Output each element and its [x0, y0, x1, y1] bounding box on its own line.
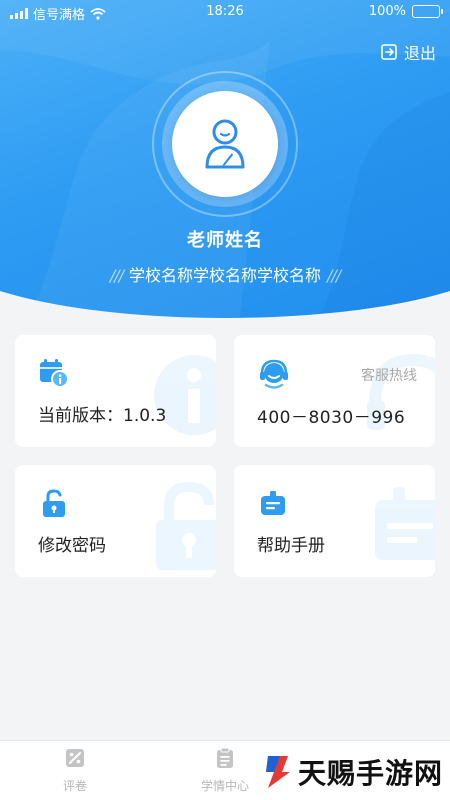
- logout-label: 退出: [403, 44, 436, 63]
- battery-icon: [412, 5, 443, 18]
- status-right: 100%: [368, 4, 443, 19]
- brand-text: 天赐手游网: [298, 757, 444, 790]
- customer-service-icon: [260, 359, 288, 389]
- manual-watermark-icon: [375, 487, 435, 560]
- clipboard-icon: [217, 747, 233, 768]
- version-card[interactable]: 当前版本：1.0.3: [15, 335, 216, 447]
- hotline-card[interactable]: 客服热线 400－8030－996: [234, 335, 435, 447]
- unlock-icon: [43, 489, 65, 517]
- info-watermark-icon: [154, 355, 216, 435]
- status-bar: 信号满格 18:26 100%: [0, 0, 450, 26]
- help-manual-icon: [261, 491, 285, 515]
- screen: 信号满格 18:26 100% 退出 老师姓名 /// 学校名称学校名称学校名称…: [0, 0, 450, 800]
- nav-label-grading: 评卷: [62, 779, 87, 793]
- school-name: 学校名称学校名称学校名称: [128, 266, 321, 285]
- hotline-phone[interactable]: 400－8030－996: [257, 403, 405, 428]
- avatar[interactable]: [172, 91, 278, 197]
- nav-label-learning-center: 学情中心: [200, 779, 249, 793]
- brand-watermark: 天赐手游网: [262, 752, 443, 792]
- calendar-info-icon: [40, 359, 69, 388]
- avatar-ring: [162, 81, 288, 207]
- nav-item-learning-center[interactable]: 学情中心: [180, 747, 270, 794]
- headset-watermark-icon: [367, 353, 435, 430]
- version-label: 当前版本：1.0.3: [38, 406, 167, 426]
- teacher-avatar-icon: [205, 119, 245, 169]
- decorative-slashes-right: ///: [327, 266, 341, 285]
- help-manual-label: 帮助手册: [257, 536, 325, 556]
- logout-icon: [381, 44, 397, 60]
- school-name-row: /// 学校名称学校名称学校名称 ///: [0, 262, 450, 286]
- avatar-outer-ring: [152, 71, 298, 217]
- nav-item-grading[interactable]: 评卷: [30, 747, 120, 794]
- brand-logo-icon: [266, 756, 290, 788]
- logout-button[interactable]: 退出: [380, 40, 436, 64]
- change-password-label: 修改密码: [38, 536, 106, 556]
- teacher-name: 老师姓名: [187, 230, 263, 251]
- battery-percent: 100%: [368, 4, 406, 19]
- grading-icon: [66, 749, 84, 767]
- hotline-hint: 客服热线: [361, 368, 417, 384]
- change-password-card[interactable]: 修改密码: [15, 465, 216, 577]
- lock-watermark-icon: [156, 481, 216, 570]
- help-manual-card[interactable]: 帮助手册: [234, 465, 435, 577]
- decorative-slashes-left: ///: [109, 266, 124, 285]
